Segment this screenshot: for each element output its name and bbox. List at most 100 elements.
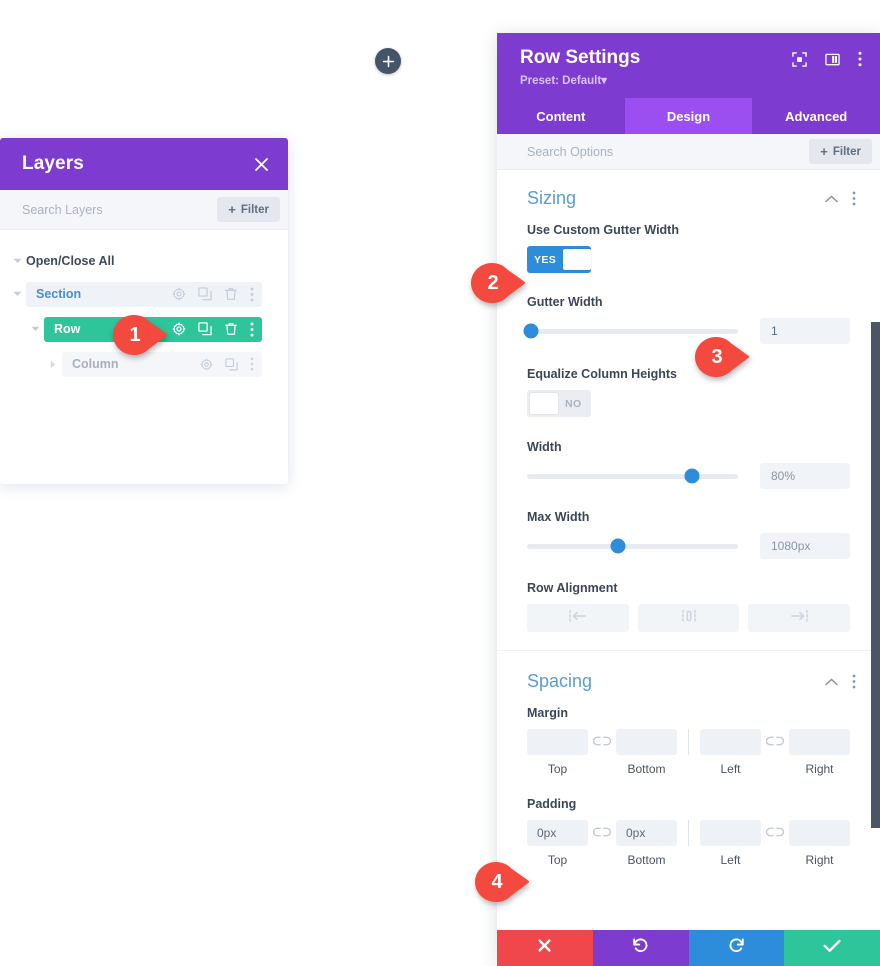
broken-link-icon[interactable] (588, 736, 616, 749)
broken-link-icon[interactable] (588, 827, 616, 840)
layer-label-column: Column (72, 357, 119, 371)
slider-thumb[interactable] (523, 323, 539, 339)
options-filter-button[interactable]: + Filter (809, 139, 872, 164)
save-button[interactable] (784, 930, 880, 966)
tab-design[interactable]: Design (624, 98, 753, 134)
broken-link-icon[interactable] (761, 827, 789, 840)
padding-top-label: Top (547, 853, 568, 867)
toggle-value: NO (565, 397, 582, 410)
margin-right-input[interactable] (789, 729, 850, 755)
preset-selector[interactable]: Preset: Default▾ (520, 73, 640, 87)
preset-label: Preset: Default (520, 75, 602, 87)
chevron-down-icon: ▾ (601, 75, 607, 87)
search-options-input[interactable]: Search Options (527, 145, 613, 159)
callout-marker-3: 3 (694, 337, 750, 377)
tab-advanced[interactable]: Advanced (752, 98, 880, 134)
settings-scroll-area: Sizing Use Custom Gutter Width YES Gutte… (497, 170, 880, 966)
margin-bottom-input[interactable] (616, 729, 677, 755)
callout-number: 3 (711, 345, 723, 368)
chevron-up-icon[interactable] (825, 195, 838, 203)
trash-icon[interactable] (224, 322, 238, 336)
field-equalize-column-heights: Equalize Column Heights NO (497, 367, 880, 419)
more-icon[interactable] (250, 287, 254, 302)
tab-content[interactable]: Content (497, 98, 625, 134)
broken-link-icon[interactable] (761, 736, 789, 749)
layer-row-section[interactable]: Section (0, 281, 288, 307)
slider-thumb[interactable] (684, 468, 700, 484)
max-width-value[interactable]: 1080px (760, 533, 850, 559)
callout-marker-4: 4 (474, 862, 530, 902)
padding-inputs: 0px 0px (527, 820, 850, 846)
width-slider[interactable] (527, 468, 738, 484)
field-row-alignment: Row Alignment (497, 581, 880, 632)
margin-top-input[interactable] (527, 729, 588, 755)
caret-down-icon[interactable] (26, 326, 44, 332)
more-icon[interactable] (250, 357, 254, 371)
field-gutter-width: Gutter Width 1 (497, 295, 880, 344)
section-title-sizing: Sizing (527, 188, 577, 208)
align-left-button[interactable] (527, 604, 629, 632)
callout-marker-2: 2 (470, 263, 526, 303)
field-use-custom-gutter-width: Use Custom Gutter Width YES (497, 223, 880, 273)
more-icon[interactable] (852, 191, 856, 206)
field-width: Width 80% (497, 440, 880, 489)
layers-filter-label: Filter (240, 203, 269, 216)
caret-right-icon[interactable] (44, 360, 62, 369)
settings-scrollbar[interactable] (871, 322, 880, 828)
chevron-up-icon[interactable] (825, 678, 838, 686)
caret-down-icon[interactable] (8, 291, 26, 297)
open-close-all-row[interactable]: Open/Close All (0, 248, 288, 274)
field-label: Width (527, 440, 562, 454)
margin-right-label: Right (805, 762, 834, 776)
slider-thumb[interactable] (610, 538, 626, 554)
add-section-button[interactable] (375, 48, 401, 74)
duplicate-icon[interactable] (198, 322, 212, 336)
margin-left-input[interactable] (700, 729, 761, 755)
align-center-button[interactable] (637, 604, 740, 632)
gutter-width-value[interactable]: 1 (760, 318, 850, 344)
undo-button[interactable] (592, 930, 689, 966)
gutter-width-slider[interactable] (523, 323, 738, 339)
field-label: Padding (527, 797, 577, 811)
layers-filter-button[interactable]: + Filter (217, 197, 280, 222)
gear-icon[interactable] (200, 358, 213, 371)
plus-icon: + (228, 202, 236, 217)
layout-icon[interactable] (825, 52, 840, 67)
field-label: Use Custom Gutter Width (527, 223, 679, 237)
width-value[interactable]: 80% (760, 463, 850, 489)
layer-label-section: Section (36, 287, 82, 301)
more-icon[interactable] (852, 674, 856, 689)
padding-top-input[interactable]: 0px (527, 820, 588, 846)
use-custom-gutter-width-toggle[interactable]: YES (527, 246, 591, 273)
padding-bottom-label: Bottom (627, 853, 666, 867)
gear-icon[interactable] (172, 322, 186, 336)
padding-right-input[interactable] (789, 820, 850, 846)
trash-icon[interactable] (224, 287, 238, 301)
search-layers-input[interactable]: Search Layers (22, 203, 103, 217)
padding-bottom-input[interactable]: 0px (616, 820, 677, 846)
margin-top-label: Top (547, 762, 568, 776)
gear-icon[interactable] (172, 287, 186, 301)
field-padding: Padding 0px 0px Top Bottom Left Right (497, 797, 880, 867)
focus-icon[interactable] (792, 51, 807, 67)
options-search-bar: Search Options + Filter (497, 134, 880, 170)
caret-down-icon (8, 258, 26, 264)
section-header-spacing[interactable]: Spacing (497, 651, 880, 706)
duplicate-icon[interactable] (225, 357, 238, 371)
duplicate-icon[interactable] (198, 287, 212, 301)
redo-button[interactable] (688, 930, 785, 966)
plus-icon (382, 55, 395, 68)
padding-left-input[interactable] (700, 820, 761, 846)
screen-root: Layers Search Layers + Filter Open/Close… (0, 0, 880, 966)
max-width-slider[interactable] (527, 538, 738, 554)
cancel-button[interactable] (497, 930, 593, 966)
align-right-button[interactable] (748, 604, 851, 632)
callout-marker-1: 1 (112, 315, 168, 355)
section-header-sizing[interactable]: Sizing (497, 170, 880, 223)
margin-inputs (527, 729, 850, 755)
settings-title: Row Settings (520, 47, 641, 68)
more-icon[interactable] (250, 322, 254, 337)
close-icon[interactable] (253, 156, 270, 173)
equalize-column-heights-toggle[interactable]: NO (527, 390, 591, 417)
more-icon[interactable] (858, 51, 862, 67)
